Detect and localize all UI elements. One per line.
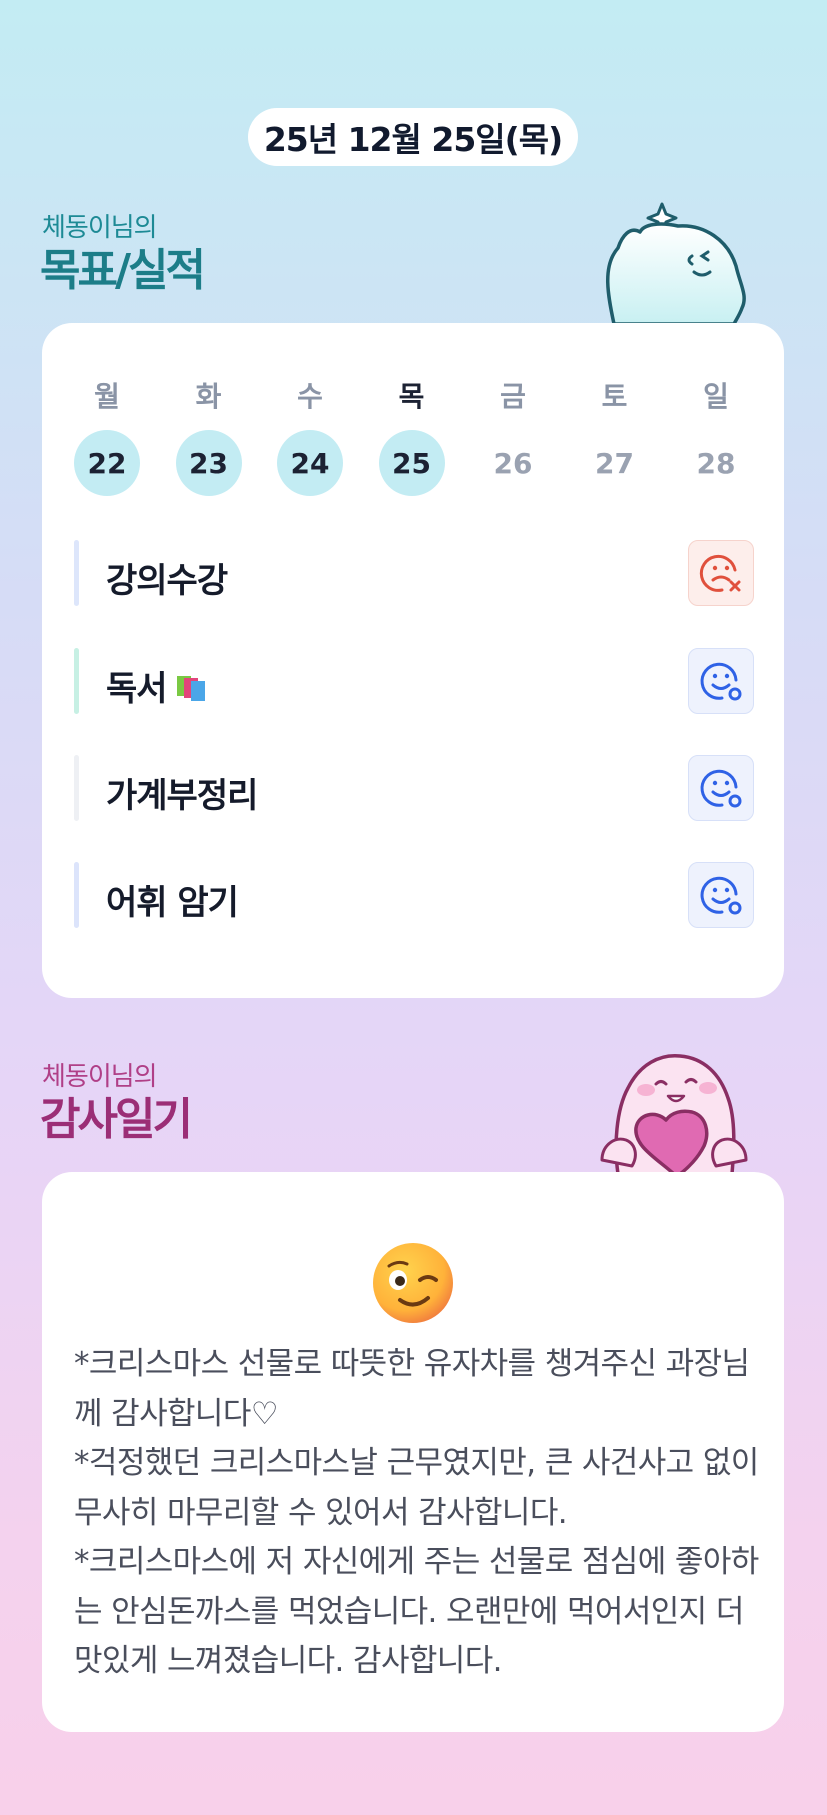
task-row[interactable]: 강의수강	[74, 540, 754, 606]
diary-text: *크리스마스 선물로 따뜻한 유자차를 챙겨주신 과장님께 감사합니다♡ *걱정…	[74, 1346, 759, 1679]
day-circle[interactable]: 22	[74, 430, 140, 496]
books-icon	[175, 671, 209, 701]
task-row[interactable]: 가계부정리	[74, 755, 754, 821]
task-label: 강의수강	[106, 561, 228, 601]
day-circle[interactable]: 24	[277, 430, 343, 496]
weekday-label: 토	[601, 380, 628, 413]
status-fail-button[interactable]	[688, 540, 754, 606]
happy-face-o-icon	[700, 662, 742, 701]
task-label: 가계부정리	[106, 776, 258, 816]
weekday-label: 금	[500, 380, 526, 413]
task-label-text: 독서	[106, 669, 168, 709]
day-circle[interactable]: 27	[582, 430, 648, 496]
day-circle[interactable]: 26	[480, 430, 546, 496]
weekday-label: 화	[195, 380, 222, 413]
status-success-button[interactable]	[688, 755, 754, 821]
weekday-label: 수	[297, 380, 323, 413]
status-success-button[interactable]	[688, 862, 754, 928]
task-bar	[74, 755, 79, 821]
weekday-label-today: 목	[398, 380, 425, 413]
diary-card: *크리스마스 선물로 따뜻한 유자차를 챙겨주신 과장님께 감사합니다♡ *걱정…	[42, 1172, 784, 1732]
task-bar	[74, 648, 79, 714]
happy-face-o-icon	[700, 876, 742, 915]
date-pill[interactable]: 25년 12월 25일(목)	[248, 108, 578, 166]
task-row[interactable]: 독서	[74, 648, 754, 714]
task-label: 어휘 암기	[106, 883, 239, 923]
goals-title: 목표/실적	[40, 245, 206, 296]
ghost-mascot-icon	[606, 202, 746, 324]
heart-mascot-icon	[600, 1054, 748, 1174]
happy-face-o-icon	[700, 769, 742, 808]
diary-title: 감사일기	[40, 1094, 193, 1145]
day-circle[interactable]: 23	[175, 430, 242, 496]
task-bar	[74, 862, 79, 928]
day-circle[interactable]: 28	[683, 430, 749, 496]
status-success-button[interactable]	[688, 648, 754, 714]
goals-card: 월 화 수 목 금 토 일 22 23 24 25 26 27 28 강의수강	[42, 323, 784, 998]
task-row[interactable]: 어휘 암기	[74, 862, 754, 928]
weekday-label: 일	[703, 380, 729, 413]
task-label: 독서	[106, 661, 209, 710]
day-circle-today[interactable]: 25	[378, 430, 445, 496]
weekday-label: 월	[94, 380, 120, 413]
sad-face-x-icon	[699, 554, 741, 592]
winking-face-icon	[373, 1243, 453, 1323]
task-bar	[74, 540, 79, 606]
